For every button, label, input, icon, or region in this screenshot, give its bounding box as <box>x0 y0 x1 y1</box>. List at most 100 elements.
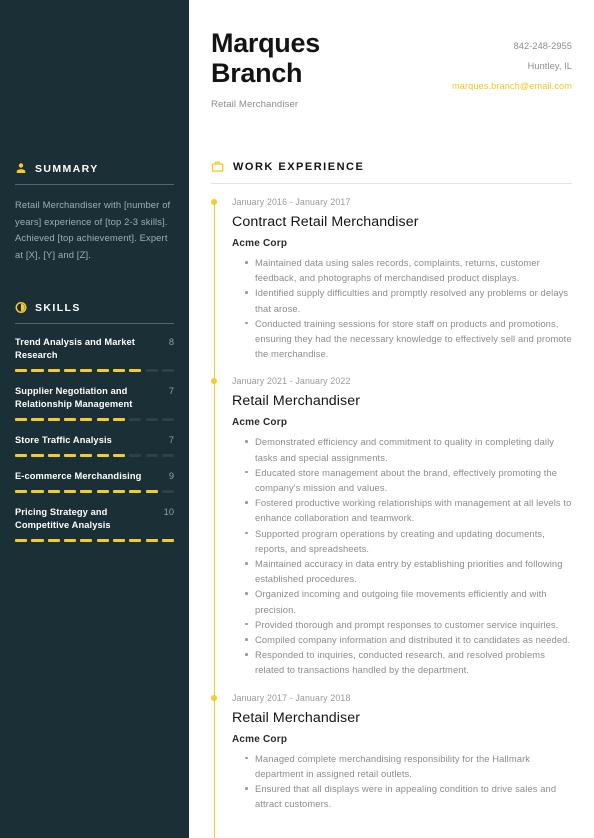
skill-row: E-commerce Merchandising 9 <box>15 470 174 483</box>
job-company: Acme Corp <box>232 238 288 249</box>
skill-rating-segment <box>15 454 28 458</box>
summary-header: SUMMARY <box>15 160 174 175</box>
skills-title: SKILLS <box>35 301 81 314</box>
job-date: January 2021 - January 2022 <box>232 376 351 387</box>
skill-rating-segment <box>161 454 175 458</box>
skill-rating-segment <box>15 418 28 422</box>
skill-rating-segment <box>63 490 77 494</box>
last-name: Branch <box>211 58 303 88</box>
job-bullet: Managed complete merchandising responsib… <box>245 751 572 781</box>
skill-rating-segment <box>31 369 44 373</box>
job-title: Retail Merchandiser <box>211 99 299 110</box>
job-role: Contract Retail Merchandiser <box>232 214 419 230</box>
skill-rating-segment <box>145 490 158 494</box>
skill-rating-segment <box>112 418 126 422</box>
skill-rating-segment <box>145 454 158 458</box>
sidebar: SUMMARY Retail Merchandiser with [number… <box>0 0 189 838</box>
resume-header: Marques Branch Retail Merchandiser 842-24… <box>211 0 572 110</box>
skill-rating-segment <box>47 369 60 373</box>
skill-rating-segment <box>80 454 93 458</box>
skill-row: Store Traffic Analysis 7 <box>15 434 174 447</box>
resume-page: SUMMARY Retail Merchandiser with [number… <box>0 0 594 838</box>
skill-rating-segment <box>96 454 109 458</box>
skills-divider <box>15 323 174 325</box>
skill-rating-segment <box>129 490 142 494</box>
job-bullet: Maintained data using sales records, com… <box>245 255 572 285</box>
skill-rating-segment <box>161 418 175 422</box>
skill-rating-segment <box>47 454 60 458</box>
skill-rating-segment <box>80 418 93 422</box>
skill-rating-segment <box>47 418 60 422</box>
experience-entry: January 2021 - January 2022 Retail Mercha… <box>211 375 572 699</box>
skill-rating-segment <box>63 369 77 373</box>
job-bullet: Ensured that all displays were in appeal… <box>245 781 572 811</box>
skill-rating-segment <box>80 369 93 373</box>
email-link[interactable]: marques.branch@email.com <box>452 76 572 96</box>
summary-section: SUMMARY Retail Merchandiser with [number… <box>15 160 174 263</box>
skill-score: 7 <box>168 386 174 397</box>
skill-name: E-commerce Merchandising <box>15 471 142 482</box>
skill-rating-segment <box>112 539 126 543</box>
skill-rating-bar <box>15 369 175 373</box>
skill-row: Supplier Negotiation and Relationship Ma… <box>15 385 174 411</box>
skills-list: Trend Analysis and Market Research 8 Suppl… <box>15 336 175 543</box>
skill-rating-segment <box>96 539 109 543</box>
job-bullet: Maintained accuracy in data entry by est… <box>245 556 572 586</box>
job-company: Acme Corp <box>232 417 288 429</box>
skill-item: Supplier Negotiation and Relationship Ma… <box>15 385 175 422</box>
skill-rating-segment <box>15 539 28 543</box>
skill-rating-segment <box>63 539 77 543</box>
location: Huntley, IL <box>527 61 572 71</box>
skill-rating-segment <box>15 369 28 373</box>
skill-rating-segment <box>145 539 158 543</box>
skill-rating-segment <box>112 454 126 458</box>
skill-rating-segment <box>161 490 175 494</box>
skill-row: Trend Analysis and Market Research 8 <box>15 336 174 362</box>
contact-block: 842-248-2955 Huntley, IL marques.branch@… <box>452 28 572 96</box>
skill-rating-segment <box>15 490 28 494</box>
job-bullet: Responded to inquiries, conducted resear… <box>245 647 572 677</box>
job-bullet-list: Managed complete merchandising responsib… <box>232 751 572 812</box>
job-bullet: Compiled company information and distrib… <box>245 632 572 647</box>
skill-rating-segment <box>96 369 109 373</box>
skill-rating-segment <box>31 539 44 543</box>
skill-rating-segment <box>31 454 44 458</box>
job-bullet: Demonstrated efficiency and commitment t… <box>245 434 572 464</box>
skill-rating-segment <box>80 490 93 494</box>
skill-rating-bar <box>15 418 175 422</box>
skill-rating-segment <box>80 539 93 543</box>
phone-number: 842-248-2955 <box>513 41 572 51</box>
skill-name: Supplier Negotiation and Relationship Ma… <box>15 386 133 410</box>
skill-rating-segment <box>47 539 60 543</box>
experience-title: WORK EXPERIENCE <box>233 160 365 173</box>
skill-rating-bar <box>15 454 175 458</box>
first-name: Marques <box>211 28 320 58</box>
skill-item: Trend Analysis and Market Research 8 <box>15 336 175 373</box>
name-block: Marques Branch Retail Merchandiser <box>211 28 320 110</box>
skills-header: SKILLS <box>15 299 174 314</box>
job-role: Retail Merchandiser <box>232 709 361 726</box>
job-role: Retail Merchandiser <box>232 393 361 410</box>
skill-name: Store Traffic Analysis <box>15 435 112 446</box>
skill-gauge-icon <box>15 301 27 314</box>
job-date: January 2017 - January 2018 <box>232 692 351 703</box>
job-bullet: Educated store management about the bran… <box>245 465 572 495</box>
skill-score: 7 <box>168 435 174 446</box>
job-bullet: Supported program operations by creating… <box>245 526 572 556</box>
skills-section: SKILLS Trend Analysis and Market Researc… <box>15 299 175 543</box>
experience-entry: January 2016 - January 2017 Contract Reta… <box>211 196 572 383</box>
skill-score: 9 <box>168 471 174 482</box>
skill-score: 8 <box>168 337 174 348</box>
skill-item: E-commerce Merchandising 9 <box>15 470 175 494</box>
skill-rating-segment <box>129 454 142 458</box>
skill-rating-segment <box>63 454 77 458</box>
summary-text: Retail Merchandiser with [number of year… <box>15 199 171 260</box>
skill-rating-segment <box>112 369 126 373</box>
skill-rating-segment <box>63 418 77 422</box>
skill-rating-segment <box>129 539 142 543</box>
job-bullet: Conducted training sessions for store st… <box>245 316 572 362</box>
skill-rating-segment <box>31 418 44 422</box>
skill-name: Pricing Strategy and Competitive Analysi… <box>15 507 111 531</box>
job-bullet-list: Demonstrated efficiency and commitment t… <box>232 434 572 677</box>
skill-rating-segment <box>96 490 109 494</box>
